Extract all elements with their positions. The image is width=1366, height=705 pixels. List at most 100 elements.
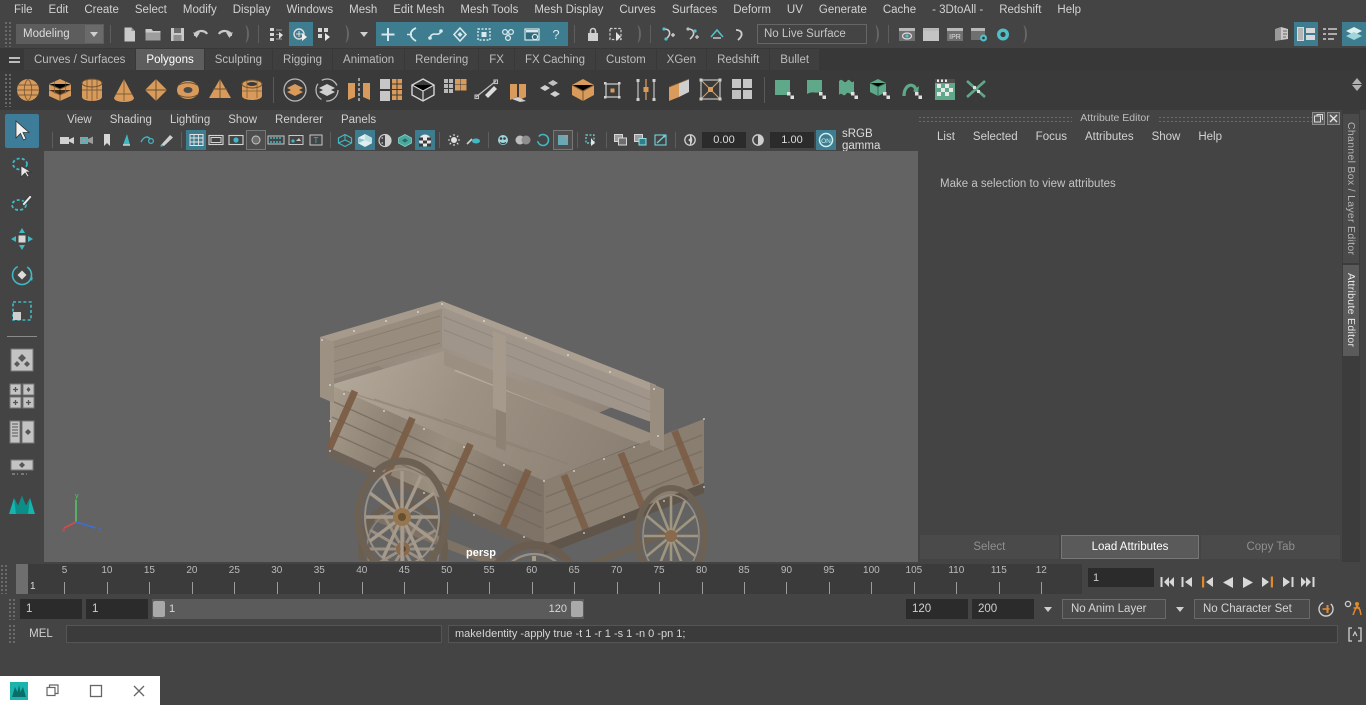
viewport-menu-shading[interactable]: Shading [101,113,161,127]
current-time-indicator[interactable] [16,564,28,594]
persp-graph-layout[interactable] [5,451,39,485]
command-input[interactable] [66,625,442,643]
current-frame-field[interactable]: 1 [1088,568,1154,587]
scroll-up-icon[interactable] [1352,78,1362,84]
shelf-button-uv-editor[interactable] [930,73,962,107]
exposure-field[interactable]: 0.00 [702,132,746,148]
question-icon[interactable]: ? [544,22,568,46]
use-all-lights-icon[interactable] [444,130,464,150]
time-slider[interactable]: 1 5 10 15 20 25 30 35 40 45 50 55 60 65 70 75 80 85 90 95 10… [16,564,1082,594]
shelf-button-polygon-sphere[interactable] [12,73,44,107]
shelf-button-extrude-face[interactable] [503,73,535,107]
menu-item-mesh[interactable]: Mesh [341,0,385,20]
shelf-tab-rigging[interactable]: Rigging [273,49,333,70]
step-back-frame-icon[interactable] [1198,572,1217,592]
film-origin-icon[interactable] [266,130,286,150]
shelf-tab-bullet[interactable]: Bullet [770,49,820,70]
menu-item-display[interactable]: Display [225,0,279,20]
render-current-frame-icon[interactable] [895,22,919,46]
command-line-grip[interactable] [8,624,16,644]
side-tab-attribute-editor[interactable]: Attribute Editor [1343,265,1359,356]
textured-icon[interactable] [415,130,435,150]
viewport-display-options-icon[interactable] [651,130,671,150]
playback-start-field[interactable]: 1 [86,599,148,619]
persp-outliner-layout[interactable] [5,415,39,449]
menu-item-file[interactable]: File [6,0,41,20]
attribute-editor-icon[interactable] [1342,22,1366,46]
shelf-button-polygon-cylinder[interactable] [76,73,108,107]
shelf-button-bevel-edge[interactable] [535,73,567,107]
xray-joints-icon[interactable] [611,130,631,150]
new-scene-icon[interactable] [117,22,141,46]
attribute-copy-tab-button[interactable]: Copy Tab [1201,534,1341,559]
shelf-button-polygon-cone[interactable] [108,73,140,107]
shelf-tab-xgen[interactable]: XGen [656,49,707,70]
play-backwards-icon[interactable] [1218,572,1237,592]
menu-item-redshift[interactable]: Redshift [991,0,1049,20]
viewport-menu-renderer[interactable]: Renderer [266,113,332,127]
range-grip[interactable] [8,598,16,620]
menu-item-curves[interactable]: Curves [611,0,663,20]
menu-item-edit-mesh[interactable]: Edit Mesh [385,0,452,20]
xray-icon[interactable] [582,130,602,150]
shelf-button-bridge-edge[interactable] [567,73,599,107]
close-icon[interactable] [1327,111,1341,125]
shelf-tab-curves-surfaces[interactable]: Curves / Surfaces [24,49,136,70]
shelf-tab-fx-caching[interactable]: FX Caching [514,49,596,70]
snap-to-projected-center-icon[interactable] [448,22,472,46]
ipr-render-icon[interactable]: IPR [943,22,967,46]
camera-attributes-icon[interactable] [77,130,97,150]
chevron-down-icon[interactable] [85,25,103,43]
film-gate-icon[interactable] [206,130,226,150]
live-surface-field[interactable]: No Live Surface [757,24,867,44]
smooth-shade-icon[interactable] [355,130,375,150]
anim-layer-dropdown[interactable]: No Anim Layer [1062,599,1166,619]
undo-icon[interactable] [189,22,213,46]
character-set-dropdown[interactable]: No Character Set [1194,599,1310,619]
snap-to-view-plane-icon[interactable] [472,22,496,46]
shelf-tab-redshift[interactable]: Redshift [707,49,770,70]
select-constraint-icon[interactable] [605,22,629,46]
menu-item-deform[interactable]: Deform [725,0,779,20]
shelf-button-uv-automatic-map[interactable] [866,73,898,107]
shelf-button-polygon-cube[interactable] [44,73,76,107]
show-hide-editors-icon[interactable] [1270,22,1294,46]
lock-icon[interactable] [581,22,605,46]
bookmark-icon[interactable] [97,130,117,150]
use-default-material-icon[interactable] [395,130,415,150]
gamma-field[interactable]: 1.00 [770,132,814,148]
shelf-options-menu-icon[interactable] [4,50,24,70]
shelf-button-poke-face[interactable] [695,73,727,107]
lasso-select-tool[interactable] [5,150,39,184]
construction-history-icon[interactable] [657,22,681,46]
shelf-button-reduce-mesh[interactable] [439,73,471,107]
shelf-button-boolean-difference[interactable] [311,73,343,107]
menu-item-surfaces[interactable]: Surfaces [664,0,725,20]
exposure-icon[interactable] [680,130,700,150]
color-space-label[interactable]: sRGB gamma [836,128,918,152]
menu-item-select[interactable]: Select [127,0,175,20]
shelf-button-combine-mesh[interactable] [407,73,439,107]
shelf-button-uv-spherical-map[interactable] [834,73,866,107]
viewport-menu-lighting[interactable]: Lighting [161,113,219,127]
range-end-field[interactable]: 200 [972,599,1034,619]
go-to-end-icon[interactable] [1298,572,1317,592]
side-tab-channel-box-layer-editor[interactable]: Channel Box / Layer Editor [1343,114,1359,264]
perspective-viewport[interactable]: persp y z x [44,151,918,562]
grease-pencil-icon[interactable] [157,130,177,150]
anim-layer-chevron-icon[interactable] [1038,599,1058,619]
render-sequence-icon[interactable] [919,22,943,46]
four-view-layout[interactable] [5,379,39,413]
step-forward-keyframe-icon[interactable] [1278,572,1297,592]
construction-bake-icon[interactable] [729,22,753,46]
texture-placement-icon[interactable]: T [306,130,326,150]
color-management-icon[interactable]: ON [816,130,836,150]
render-settings-icon[interactable] [967,22,991,46]
auto-keyframe-icon[interactable] [1314,597,1338,621]
single-perspective-layout[interactable] [5,343,39,377]
save-scene-icon[interactable] [165,22,189,46]
step-back-keyframe-icon[interactable] [1178,572,1197,592]
character-set-chevron-icon[interactable] [1170,599,1190,619]
shelf-button-uv-cylindrical-map[interactable] [802,73,834,107]
paint-select-tool[interactable] [5,186,39,220]
